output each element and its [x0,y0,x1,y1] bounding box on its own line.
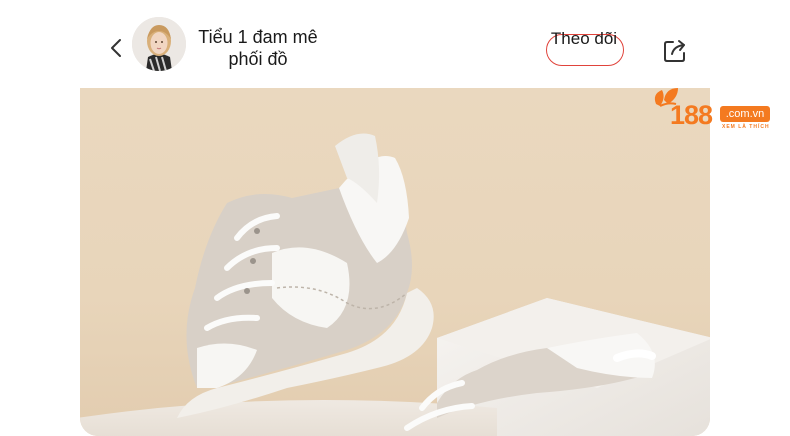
share-button[interactable] [660,36,690,66]
product-photo[interactable] [80,88,710,436]
post-header: Tiểu 1 đam mê phối đồ Theo dõi [80,6,710,88]
avatar-image [132,17,186,71]
share-icon [664,40,685,62]
post-card: Tiểu 1 đam mê phối đồ Theo dõi [80,6,710,436]
brand-name: 188 [670,100,713,130]
brand-tagline: XEM LÀ THÍCH [722,124,770,130]
follow-button[interactable] [546,34,624,66]
chevron-left-icon [111,39,121,57]
back-button[interactable] [104,34,128,62]
avatar[interactable] [132,17,186,71]
brand-domain: .com.vn [720,106,770,122]
sneaker-image [80,133,710,436]
profile-name[interactable]: Tiểu 1 đam mê phối đồ [190,26,326,70]
